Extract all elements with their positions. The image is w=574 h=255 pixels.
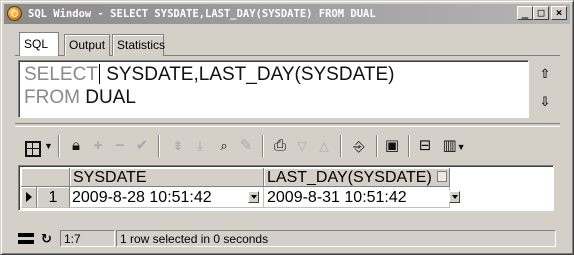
chart-icon[interactable]: ▥▼ xyxy=(438,134,470,158)
current-row-indicator-icon[interactable] xyxy=(21,187,37,208)
text-caret xyxy=(98,64,100,84)
tab-output[interactable]: Output xyxy=(64,34,110,56)
table-name: DUAL xyxy=(79,87,136,108)
splitter[interactable] xyxy=(15,123,560,127)
status-bar: ↻ 1:7 1 row selected in 0 seconds xyxy=(4,229,570,250)
cursor-position: 1:7 xyxy=(60,230,115,247)
lock-icon[interactable]: 🔒︎ xyxy=(66,134,86,158)
tab-statistics[interactable]: Statistics xyxy=(112,34,165,56)
sql-line-1: SELECT SYSDATE,LAST_DAY(SYSDATE) xyxy=(24,64,394,86)
column-header-sysdate[interactable]: SYSDATE xyxy=(70,168,264,187)
cell-last-day[interactable]: 2009-8-31 10:51:42 xyxy=(264,187,450,208)
clear-record-icon[interactable]: ✎ xyxy=(236,134,256,158)
cell-sysdate[interactable]: 2009-8-28 10:51:42 xyxy=(70,187,264,208)
window-title: SQL Window - SELECT SYSDATE,LAST_DAY(SYS… xyxy=(28,8,376,20)
toolbar-separator xyxy=(58,135,60,157)
minimize-button[interactable]: _ xyxy=(517,6,533,20)
select-list: SYSDATE,LAST_DAY(SYSDATE) xyxy=(100,64,395,85)
grid-corner[interactable] xyxy=(21,168,70,187)
sort-up-icon[interactable]: △ xyxy=(314,134,334,158)
close-button[interactable]: × xyxy=(551,6,567,20)
result-toolbar: ▼ 🔒︎ + − ✔ ⇟ ⤓ ⌕ ✎ ⎙ ▽ △ ⎆ ▣ ⊟ ▥▼ xyxy=(22,131,542,161)
grid-view-icon[interactable]: ▼ xyxy=(22,134,54,158)
query-by-example-icon[interactable]: ⌕ xyxy=(214,134,234,158)
sql-editor[interactable]: SELECT SYSDATE,LAST_DAY(SYSDATE) FROM DU… xyxy=(18,60,529,118)
toolbar-separator xyxy=(262,135,264,157)
tab-sql[interactable]: SQL xyxy=(19,32,59,56)
cell-dropdown-button[interactable] xyxy=(248,191,259,203)
app-icon xyxy=(7,6,22,21)
next-page-icon[interactable]: ⇟ xyxy=(168,134,188,158)
insert-record-icon[interactable]: + xyxy=(88,134,108,158)
export-results-icon[interactable]: ⎙ xyxy=(270,134,290,158)
arrow-up-icon[interactable]: ⇧ xyxy=(536,65,554,83)
toolbar-separator xyxy=(376,135,378,157)
delete-record-icon[interactable]: − xyxy=(110,134,130,158)
row-number[interactable]: 1 xyxy=(37,187,70,208)
sql-line-2: FROM DUAL xyxy=(24,87,136,109)
keyword-select: SELECT xyxy=(24,64,98,85)
status-message: 1 row selected in 0 seconds xyxy=(116,230,556,247)
sql-window: SQL Window - SELECT SYSDATE,LAST_DAY(SYS… xyxy=(0,0,574,255)
cell-dropdown-button[interactable] xyxy=(449,191,460,203)
post-changes-icon[interactable]: ✔ xyxy=(132,134,152,158)
sort-down-icon[interactable]: ▽ xyxy=(292,134,312,158)
last-page-icon[interactable]: ⤓ xyxy=(190,134,210,158)
toolbar-separator xyxy=(158,135,160,157)
column-header-last-day[interactable]: LAST_DAY(SYSDATE) xyxy=(264,168,450,187)
keyword-from: FROM xyxy=(24,87,80,108)
column-header-label: LAST_DAY(SYSDATE) xyxy=(267,169,432,186)
toolbar-separator xyxy=(340,135,342,157)
title-bar[interactable]: SQL Window - SELECT SYSDATE,LAST_DAY(SYS… xyxy=(4,4,570,24)
lines-icon[interactable] xyxy=(18,233,34,244)
toolbar-separator xyxy=(408,135,410,157)
result-grid: SYSDATE LAST_DAY(SYSDATE) 1 2009-8-28 10… xyxy=(18,165,554,211)
save-icon[interactable]: ▣ xyxy=(382,134,402,158)
header-filler-box xyxy=(437,171,447,182)
connect-icon[interactable]: ⎆ xyxy=(348,134,370,158)
refresh-icon[interactable]: ↻ xyxy=(41,230,52,247)
status-icons: ↻ xyxy=(16,230,58,247)
maximize-button[interactable]: □ xyxy=(533,6,549,20)
arrow-down-icon[interactable]: ⇩ xyxy=(536,93,554,111)
print-icon[interactable]: ⊟ xyxy=(414,134,436,158)
